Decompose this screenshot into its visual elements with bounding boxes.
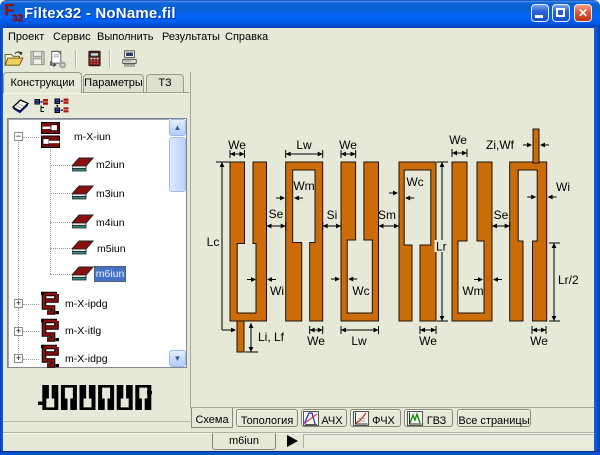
svg-text:Sm: Sm	[378, 208, 396, 222]
svg-text:We: We	[339, 138, 357, 152]
svg-text:Wc: Wc	[406, 175, 423, 189]
svg-text:Lc: Lc	[207, 235, 220, 249]
svg-text:Zi,Wf: Zi,Wf	[486, 138, 515, 152]
svg-text:We: We	[449, 133, 467, 147]
svg-text:Wi: Wi	[556, 180, 570, 194]
svg-text:Wm: Wm	[462, 284, 483, 298]
svg-text:Wi: Wi	[270, 284, 284, 298]
svg-text:We: We	[307, 334, 325, 348]
svg-text:Se: Se	[494, 208, 509, 222]
svg-text:Lw: Lw	[296, 138, 312, 152]
svg-text:Lr/2: Lr/2	[558, 273, 579, 287]
svg-text:Lw: Lw	[351, 334, 367, 348]
svg-text:Se: Se	[269, 207, 284, 221]
svg-text:Wm: Wm	[293, 179, 314, 193]
svg-text:Wc: Wc	[352, 284, 369, 298]
svg-text:We: We	[530, 334, 548, 348]
svg-text:Lr: Lr	[436, 240, 447, 254]
svg-text:Si: Si	[327, 208, 338, 222]
svg-text:Li, Lf: Li, Lf	[258, 330, 285, 344]
svg-text:We: We	[419, 334, 437, 348]
svg-text:We: We	[228, 138, 246, 152]
